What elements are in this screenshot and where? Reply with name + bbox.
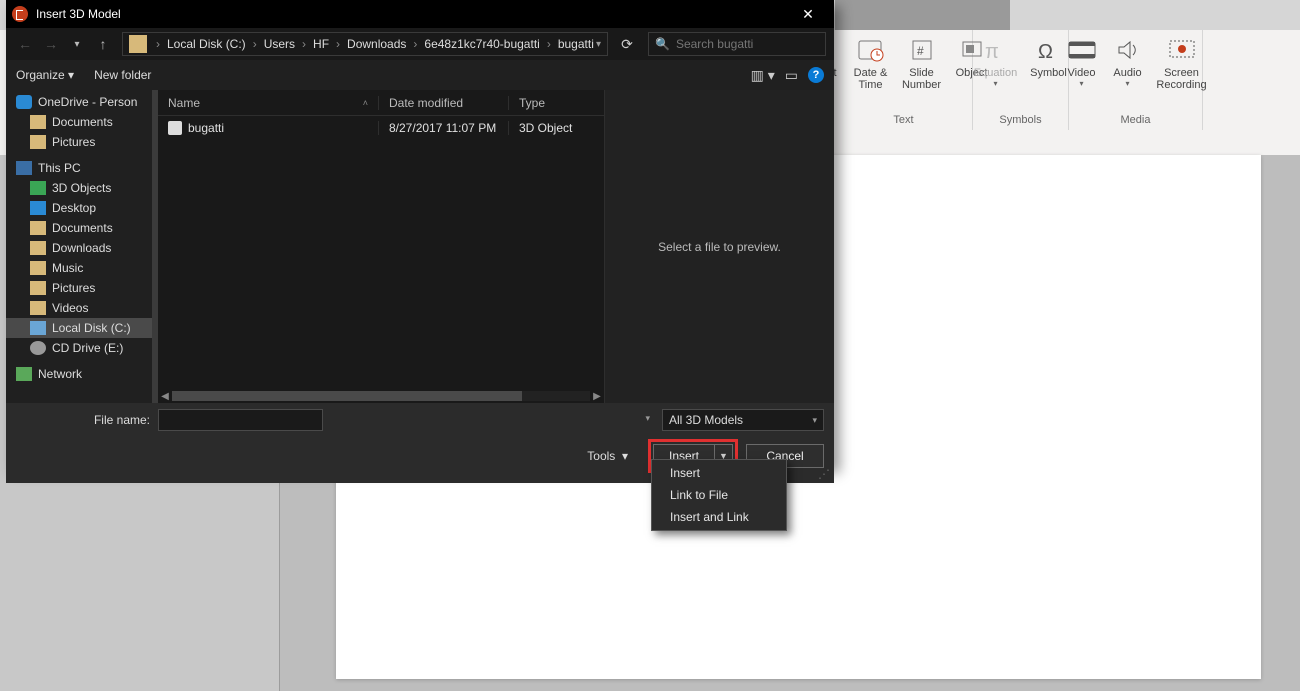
nav-pictures[interactable]: Pictures — [6, 278, 152, 298]
resize-grip[interactable]: ⋰ — [818, 467, 830, 481]
help-button[interactable]: ? — [808, 67, 824, 83]
toolbar: Organize ▾ New folder ▥ ▾ ▭ ? — [6, 60, 834, 90]
ribbon-group-symbols: Symbols — [999, 114, 1041, 130]
insert-3d-model-dialog: Insert 3D Model ✕ ← → ▾ ↑ › Local Disk (… — [6, 0, 834, 467]
ribbon-group-media: Media — [1121, 114, 1151, 130]
ribbon-equation: π Equation ▾ — [973, 32, 1019, 89]
svg-text:π: π — [985, 41, 999, 62]
ribbon-date-time-label: Date & Time — [852, 67, 890, 91]
nav-music[interactable]: Music — [6, 258, 152, 278]
navigation-pane[interactable]: OneDrive - Person Documents Pictures Thi… — [6, 90, 152, 403]
crumb-5[interactable]: bugatti — [556, 37, 596, 51]
nav-3d-objects[interactable]: 3D Objects — [6, 178, 152, 198]
crumb-1[interactable]: Users — [262, 37, 297, 51]
address-dropdown[interactable]: ▾ — [596, 39, 601, 50]
ribbon-slide-number[interactable]: # Slide Number — [900, 32, 944, 91]
preview-pane: Select a file to preview. — [604, 90, 834, 403]
nav-local-disk-c[interactable]: Local Disk (C:) — [6, 318, 152, 338]
crumb-3[interactable]: Downloads — [345, 37, 408, 51]
col-name[interactable]: Name˄ — [158, 96, 378, 110]
file-name-input[interactable] — [158, 409, 323, 431]
col-date[interactable]: Date modified — [378, 96, 508, 110]
menu-insert[interactable]: Insert — [652, 462, 786, 484]
ribbon-video[interactable]: Video ▾ — [1064, 32, 1100, 89]
nav-onedrive-pictures[interactable]: Pictures — [6, 132, 152, 152]
svg-text:Ω: Ω — [1038, 41, 1053, 62]
refresh-button[interactable]: ⟳ — [616, 33, 638, 55]
crumb-2[interactable]: HF — [311, 37, 331, 51]
horizontal-scrollbar[interactable]: ◀ ▶ — [158, 389, 604, 403]
new-folder-button[interactable]: New folder — [94, 68, 151, 82]
ribbon-audio[interactable]: Audio ▾ — [1110, 32, 1146, 89]
up-button[interactable]: ↑ — [92, 33, 114, 55]
file-name-label: File name: — [16, 413, 150, 427]
menu-insert-and-link[interactable]: Insert and Link — [652, 506, 786, 528]
column-headers: Name˄ Date modified Type — [158, 90, 604, 116]
file-icon — [168, 121, 182, 135]
preview-pane-button[interactable]: ▭ — [785, 67, 798, 84]
nav-videos[interactable]: Videos — [6, 298, 152, 318]
dialog-titlebar: Insert 3D Model ✕ — [6, 0, 834, 28]
ribbon-symbol-label: Symbol — [1030, 67, 1067, 79]
file-list: Name˄ Date modified Type bugatti 8/27/20… — [158, 90, 604, 403]
nav-onedrive-documents[interactable]: Documents — [6, 112, 152, 132]
ribbon-screen-recording-label: Screen Recording — [1156, 67, 1208, 91]
nav-this-pc[interactable]: This PC — [6, 158, 152, 178]
nav-row: ← → ▾ ↑ › Local Disk (C:) › Users › HF ›… — [6, 28, 834, 60]
ribbon-equation-label: Equation — [974, 67, 1017, 79]
menu-link-to-file[interactable]: Link to File — [652, 484, 786, 506]
crumb-4[interactable]: 6e48z1kc7r40-bugatti — [422, 37, 541, 51]
scroll-thumb[interactable] — [172, 391, 522, 401]
col-type[interactable]: Type — [508, 96, 604, 110]
nav-onedrive[interactable]: OneDrive - Person — [6, 92, 152, 112]
ribbon-screen-recording[interactable]: Screen Recording — [1156, 32, 1208, 91]
view-options-button[interactable]: ▥ ▾ — [751, 67, 775, 84]
nav-cd-drive-e[interactable]: CD Drive (E:) — [6, 338, 152, 358]
forward-button[interactable]: → — [40, 33, 62, 55]
nav-documents[interactable]: Documents — [6, 218, 152, 238]
address-bar[interactable]: › Local Disk (C:) › Users › HF › Downloa… — [122, 32, 608, 56]
file-date: 8/27/2017 11:07 PM — [378, 121, 508, 135]
ribbon-video-label: Video — [1068, 67, 1096, 79]
tools-button[interactable]: Tools ▾ — [587, 449, 628, 463]
file-type: 3D Object — [508, 121, 604, 135]
nav-downloads[interactable]: Downloads — [6, 238, 152, 258]
ribbon-slide-number-label: Slide Number — [900, 67, 944, 91]
svg-text:#: # — [917, 44, 924, 58]
insert-dropdown-menu: Insert Link to File Insert and Link — [651, 459, 787, 531]
preview-message: Select a file to preview. — [658, 240, 781, 254]
nav-network[interactable]: Network — [6, 364, 152, 384]
dialog-title: Insert 3D Model — [36, 7, 121, 21]
crumb-0[interactable]: Local Disk (C:) — [165, 37, 248, 51]
nav-desktop[interactable]: Desktop — [6, 198, 152, 218]
powerpoint-icon — [12, 6, 28, 22]
back-button[interactable]: ← — [14, 33, 36, 55]
recent-locations-button[interactable]: ▾ — [66, 33, 88, 55]
file-name-dropdown[interactable]: ▾ — [645, 413, 650, 424]
organize-button[interactable]: Organize ▾ — [16, 68, 74, 82]
ribbon-symbol[interactable]: Ω Symbol — [1029, 32, 1069, 79]
ribbon-group-text: Text — [893, 114, 913, 130]
ribbon-date-time[interactable]: Date & Time — [852, 32, 890, 91]
file-name: bugatti — [188, 121, 224, 135]
close-button[interactable]: ✕ — [788, 0, 828, 28]
folder-icon — [129, 35, 147, 53]
search-box[interactable]: 🔍 — [648, 32, 826, 56]
search-icon: 🔍 — [655, 37, 670, 51]
file-row[interactable]: bugatti 8/27/2017 11:07 PM 3D Object — [158, 116, 604, 140]
ribbon-audio-label: Audio — [1113, 67, 1141, 79]
file-type-filter[interactable]: All 3D Models▾ — [662, 409, 824, 431]
search-input[interactable] — [676, 37, 831, 51]
